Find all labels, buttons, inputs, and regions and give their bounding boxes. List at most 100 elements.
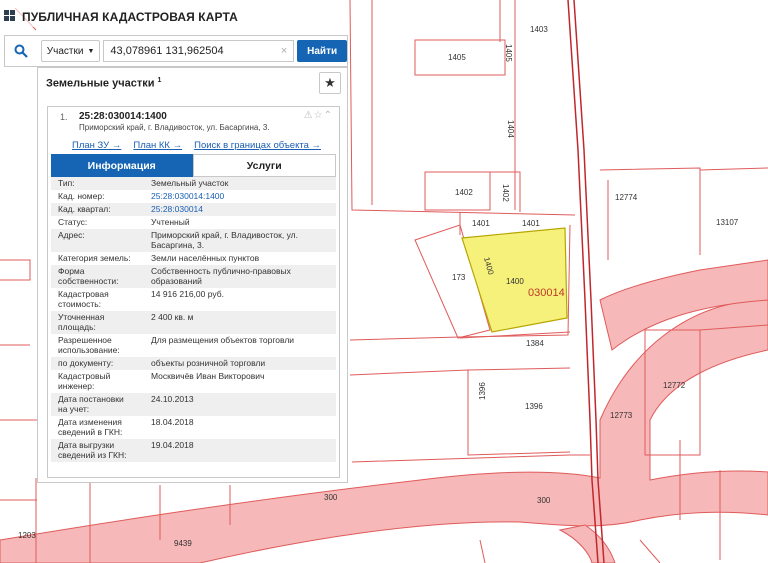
attribute-key-line: Кад. номер: [58, 191, 105, 201]
cadastral-logo-icon [4, 10, 16, 24]
attribute-key-line: Уточненная [58, 312, 105, 322]
attribute-key: Разрешенное использование: [51, 335, 147, 355]
attribute-key: Адрес: [51, 230, 147, 250]
attribute-value-line: Земли населённых пунктов [151, 253, 260, 263]
label-1405-vertical: 1405 [504, 44, 513, 62]
attribute-value: Земельный участок [147, 178, 329, 188]
clear-icon[interactable]: × [281, 45, 287, 57]
attribute-value: Земли населённых пунктов [147, 253, 329, 263]
attribute-value-line[interactable]: 25:28:030014 [151, 204, 329, 214]
label-9439: 9439 [174, 539, 192, 548]
label-1400: 1400 [506, 277, 524, 286]
attribute-row: Форма собственности: Собственность публичн… [51, 265, 336, 288]
attribute-row: Разрешенное использование: Для размещения … [51, 334, 336, 357]
attribute-key: Дата выгрузки сведений из ГКН: [51, 440, 147, 460]
attribute-key: Форма собственности: [51, 266, 147, 286]
attribute-value-line: 24.10.2013 [151, 394, 194, 404]
attribute-key: Кад. номер: [51, 191, 147, 201]
panel-title: Земельные участки 1 [46, 77, 161, 90]
label-12772: 12772 [663, 381, 686, 390]
results-panel: Земельные участки 1 ★ 1. 25:28:030014:14… [37, 67, 348, 483]
attribute-value[interactable]: 25:28:030014 [147, 204, 329, 214]
attribute-key-line: Кадастровая [58, 289, 109, 299]
attribute-key-line: Дата изменения [58, 417, 122, 427]
attributes-table: Тип: Земельный участок Кад. номер: 25:28:03… [51, 177, 336, 462]
label-1402-vertical: 1402 [501, 184, 510, 202]
tab-services[interactable]: Услуги [192, 154, 336, 177]
attribute-value: 18.04.2018 [147, 417, 329, 437]
panel-header: Земельные участки 1 ★ [38, 68, 347, 98]
attribute-row: Категория земель: Земли населённых пункто… [51, 252, 336, 265]
link-plan-zu[interactable]: План ЗУ → [72, 140, 121, 151]
attribute-value: 19.04.2018 [147, 440, 329, 460]
attribute-key-line: Разрешенное [58, 335, 112, 345]
attribute-value: Для размещения объектов торговли [147, 335, 329, 355]
attribute-value: Учтенный [147, 217, 329, 227]
attribute-key-line: Кад. квартал: [58, 204, 111, 214]
attribute-row: Дата выгрузки сведений из ГКН: 19.04.2018 [51, 439, 336, 462]
attribute-row: Дата изменения сведений в ГКН: 18.04.2018 [51, 416, 336, 439]
favorites-star-icon[interactable]: ★ [319, 72, 341, 94]
attribute-row: по документу: объекты розничной торговли [51, 357, 336, 370]
attribute-row: Кадастровая стоимость: 14 916 216,00 руб. [51, 288, 336, 311]
search-button[interactable]: Найти [297, 40, 347, 62]
label-1405: 1405 [448, 53, 466, 62]
search-icon[interactable] [5, 36, 37, 66]
label-1401-a: 1401 [472, 219, 490, 228]
attribute-value: 14 916 216,00 руб. [147, 289, 329, 309]
attribute-key: Уточненная площадь: [51, 312, 147, 332]
attribute-value-line: 19.04.2018 [151, 440, 194, 450]
result-count: 1 [157, 76, 162, 84]
search-query: 43,078961 131,962504 [110, 45, 224, 57]
attribute-value-line: 2 400 кв. м [151, 312, 194, 322]
search-input[interactable]: 43,078961 131,962504 × [103, 40, 295, 62]
attribute-value-line: объекты розничной торговли [151, 358, 266, 368]
attribute-row: Тип: Земельный участок [51, 177, 336, 190]
attribute-row: Статус: Учтенный [51, 216, 336, 229]
tab-info[interactable]: Информация [51, 154, 193, 177]
app-title: ПУБЛИЧНАЯ КАДАСТРОВАЯ КАРТА [22, 10, 238, 24]
caret-down-icon: ▼ [87, 47, 95, 55]
attribute-value-line: Басаргина, 3. [151, 240, 205, 250]
label-1404-vertical: 1404 [506, 120, 515, 138]
attribute-key-line: стоимость: [58, 299, 102, 309]
attribute-value-line: образований [151, 276, 202, 286]
label-12774: 12774 [615, 193, 638, 202]
attribute-key: Категория земель: [51, 253, 147, 263]
card-links: План ЗУ → План КК → Поиск в границах объ… [72, 140, 321, 151]
attribute-row: Кад. номер: 25:28:030014:1400 [51, 190, 336, 203]
attribute-row: Адрес: Приморский край, г. Владивосток, у… [51, 229, 336, 252]
attribute-key-line: использование: [58, 345, 120, 355]
attribute-key-line: по документу: [58, 358, 114, 368]
attribute-key-line: собственности: [58, 276, 119, 286]
attribute-row: Дата постановки на учет: 24.10.2013 [51, 393, 336, 416]
label-300-b: 300 [537, 496, 551, 505]
attribute-value[interactable]: 25:28:030014:1400 [147, 191, 329, 201]
attribute-key-line: Дата постановки [58, 394, 124, 404]
attribute-value: объекты розничной торговли [147, 358, 329, 368]
label-300-a: 300 [324, 493, 338, 502]
result-card: 1. 25:28:030014:1400 Приморский край, г.… [47, 106, 340, 478]
attribute-key-line: Адрес: [58, 230, 85, 240]
card-tools-icons[interactable]: ⚠☆⌃ [304, 110, 333, 121]
attribute-key-line: Тип: [58, 178, 75, 188]
attribute-key: Тип: [51, 178, 147, 188]
attribute-key: Кадастровый инженер: [51, 371, 147, 391]
attribute-key: Кад. квартал: [51, 204, 147, 214]
attribute-value-line[interactable]: 25:28:030014:1400 [151, 191, 329, 201]
search-bar: Участки ▼ 43,078961 131,962504 × Найти [4, 35, 348, 67]
attribute-key: по документу: [51, 358, 147, 368]
result-cad-number[interactable]: 25:28:030014:1400 [79, 111, 167, 122]
attribute-value: 2 400 кв. м [147, 312, 329, 332]
label-173: 173 [452, 273, 466, 282]
road-zone-tail [558, 524, 616, 563]
link-plan-kk[interactable]: План КК → [133, 140, 182, 151]
search-type-dropdown[interactable]: Участки ▼ [40, 40, 101, 62]
link-search-in-bounds[interactable]: Поиск в границах объекта → [194, 140, 321, 151]
attribute-value-line: Учтенный [151, 217, 190, 227]
attribute-row: Кадастровый инженер: Москвичёв Иван Виктор… [51, 370, 336, 393]
attribute-key-line: Форма [58, 266, 85, 276]
search-type-label: Участки [46, 45, 84, 57]
attribute-key: Статус: [51, 217, 147, 227]
label-1396: 1396 [525, 402, 543, 411]
